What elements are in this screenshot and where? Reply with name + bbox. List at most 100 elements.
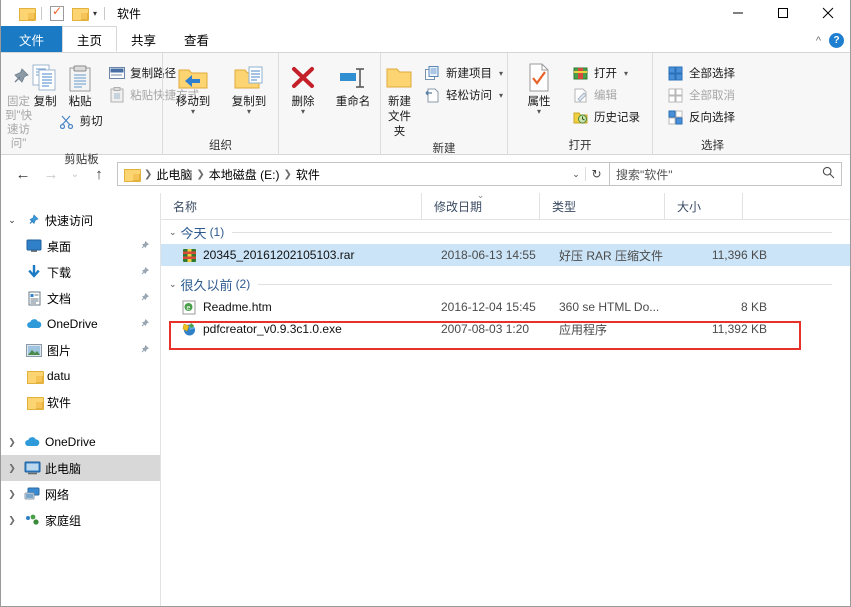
rename-button[interactable]: 重命名 [327,58,379,109]
sidebar-item-desktop[interactable]: 桌面 [1,233,160,259]
open-button[interactable]: 打开 ▾ [568,62,644,84]
properties-button[interactable]: 属性 ▾ [516,58,562,116]
help-icon[interactable]: ? [829,33,844,48]
chevron-down-icon[interactable]: ▾ [191,108,195,116]
copy-button[interactable]: 复制 [32,58,58,109]
ribbon-group-label-select: 选择 [701,140,724,152]
pin-to-quick-access-button[interactable]: 固定到"快速访问" [5,58,32,151]
sidebar-item-onedrive[interactable]: ❯ OneDrive [1,429,160,455]
chevron-down-icon[interactable]: ▾ [624,69,628,78]
navigation-pane: ⌄ 快速访问 桌面 下载 文档 OneDrive 图片 datu 软件 ❯ On… [1,193,161,606]
sidebar-item-downloads[interactable]: 下载 [1,259,160,285]
sidebar-item-datu[interactable]: datu [1,363,160,389]
search-icon[interactable] [822,166,835,182]
group-header-long-ago[interactable]: ⌄ 很久以前 (2) [161,272,850,296]
chevron-down-icon[interactable]: ▾ [537,108,541,116]
pin-icon[interactable] [139,344,150,358]
copy-path-icon [108,65,125,82]
file-type: 应用程序 [559,322,608,337]
ribbon-group-label-open: 打开 [568,140,592,152]
address-dropdown-icon[interactable]: ⌄ [567,169,585,180]
search-input[interactable]: 搜索"软件" [616,166,822,183]
new-folder-button[interactable]: 新建文件夹 [383,58,416,140]
chevron-down-icon[interactable]: ▾ [499,91,503,100]
copy-to-button[interactable]: 复制到 ▾ [221,58,277,116]
pin-icon[interactable] [139,266,150,280]
column-header-name[interactable]: 名称 [161,193,421,220]
folder-new-icon[interactable] [68,2,90,24]
pin-icon[interactable] [139,318,150,332]
ribbon-tab-bar: 文件 主页 共享 查看 ^ ? [1,26,850,52]
chevron-down-icon[interactable]: ▾ [90,9,100,18]
tab-view[interactable]: 查看 [170,26,224,52]
sidebar-item-documents[interactable]: 文档 [1,285,160,311]
onedrive-cloud-icon [23,318,45,330]
group-header-today[interactable]: ⌄ 今天 (1) [161,220,850,244]
chevron-down-icon[interactable]: ▾ [247,108,251,116]
tab-file[interactable]: 文件 [1,26,63,52]
select-all-button[interactable]: 全部选择 [663,62,739,84]
new-item-button[interactable]: 新建项目 ▾ [420,62,507,84]
chevron-down-icon[interactable]: ▾ [301,108,305,116]
sidebar-item-this-pc[interactable]: ❯ 此电脑 [1,455,160,481]
copy-to-icon [233,61,265,95]
pin-icon[interactable] [139,292,150,306]
breadcrumb-item-2[interactable]: 软件 [293,166,323,183]
sidebar-item-pictures[interactable]: 图片 [1,337,160,363]
sidebar-item-ruanjian[interactable]: 软件 [1,389,160,415]
rar-archive-icon [181,247,197,263]
table-row[interactable]: pdfcreator_v0.9.3c1.0.exe 2007-08-03 1:2… [161,318,850,340]
chevron-right-icon[interactable]: ❯ [3,437,21,448]
chevron-down-icon[interactable]: ▾ [499,69,503,78]
collapse-ribbon-icon[interactable]: ^ [816,35,821,47]
invert-selection-icon [667,109,684,126]
folder-icon [23,370,45,384]
file-date: 2016-12-04 15:45 [441,300,536,314]
file-date: 2007-08-03 1:20 [441,322,530,336]
column-header-blank[interactable] [742,192,850,220]
sidebar-item-onedrive-qa[interactable]: OneDrive [1,311,160,337]
group-name: 很久以前 [180,277,233,293]
chevron-right-icon[interactable]: ❯ [3,515,21,526]
breadcrumb[interactable]: ❯ 此电脑 ❯ 本地磁盘 (E:) ❯ 软件 ⌄ ↻ [117,162,610,186]
close-button[interactable] [805,0,850,26]
column-header-type[interactable]: 类型 [539,192,664,220]
select-none-button[interactable]: 全部取消 [663,84,739,106]
window-controls [715,0,850,26]
cut-button[interactable]: 剪切 [54,109,107,131]
chevron-right-icon[interactable]: ❯ [3,489,21,500]
group-name: 今天 [180,225,207,241]
search-box[interactable]: 搜索"软件" [610,162,842,186]
table-row[interactable]: 20345_20161202105103.rar 2018-06-13 14:5… [161,244,850,266]
chevron-right-icon[interactable]: ❯ [3,463,21,474]
move-to-button[interactable]: 移动到 ▾ [165,58,221,116]
table-row[interactable]: e Readme.htm 2016-12-04 15:45 360 se HTM… [161,296,850,318]
file-type: 360 se HTML Do... [559,300,660,314]
breadcrumb-item-0[interactable]: 此电脑 [153,166,195,183]
easy-access-button[interactable]: 轻松访问 ▾ [420,84,507,106]
history-button[interactable]: 历史记录 [568,106,644,128]
chevron-down-icon[interactable]: ⌄ [3,215,21,226]
minimize-button[interactable] [715,0,760,26]
sidebar-label: datu [47,369,71,383]
tab-home[interactable]: 主页 [62,26,118,52]
chevron-down-icon[interactable]: ⌄ [169,279,181,290]
maximize-button[interactable] [760,0,805,26]
refresh-icon[interactable]: ↻ [585,167,607,181]
sidebar-item-quick-access[interactable]: ⌄ 快速访问 [1,207,160,233]
sidebar-item-homegroup[interactable]: ❯ 家庭组 [1,507,160,533]
tab-share[interactable]: 共享 [117,26,171,52]
quick-access-toolbar: ▾ 软件 [1,0,141,26]
edit-button[interactable]: 编辑 [568,84,644,106]
paste-button[interactable]: 粘贴 [58,58,102,109]
column-header-size[interactable]: 大小 [664,192,742,220]
invert-selection-button[interactable]: 反向选择 [663,106,739,128]
column-header-date[interactable]: ⌄ 修改日期 [421,190,539,220]
sidebar-item-network[interactable]: ❯ 网络 [1,481,160,507]
delete-button[interactable]: 删除 ▾ [279,58,327,116]
breadcrumb-item-1[interactable]: 本地磁盘 (E:) [206,166,283,183]
checkbox-properties-icon[interactable] [46,2,68,24]
pin-icon[interactable] [139,240,150,254]
chevron-down-icon[interactable]: ⌄ [169,227,181,238]
